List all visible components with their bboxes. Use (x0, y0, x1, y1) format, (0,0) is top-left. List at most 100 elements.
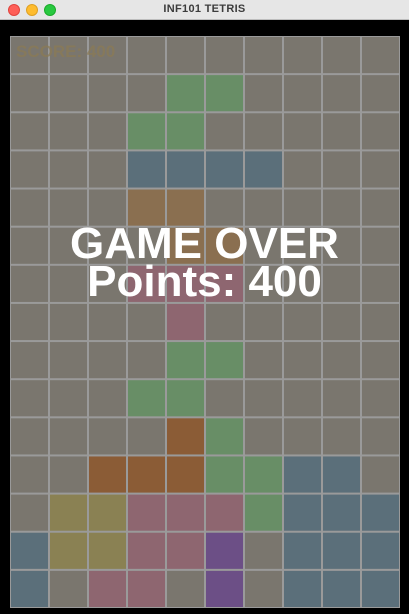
empty-cell (89, 75, 126, 112)
block-cell (167, 532, 204, 569)
empty-cell (245, 418, 282, 455)
empty-cell (323, 418, 360, 455)
block-cell (167, 303, 204, 341)
block-cell (128, 494, 165, 531)
window-title: INF101 TETRIS (163, 3, 246, 15)
block-cell (323, 532, 360, 569)
block-cell (245, 456, 282, 493)
block-cell (206, 151, 243, 188)
title-bar[interactable]: INF101 TETRIS (0, 0, 409, 20)
block-cell (206, 532, 243, 569)
block-cell (167, 494, 204, 531)
block-cell (11, 570, 48, 607)
empty-cell (245, 342, 282, 379)
empty-cell (323, 37, 360, 74)
block-cell (128, 380, 165, 417)
empty-cell (50, 570, 87, 607)
block-cell (284, 532, 321, 569)
block-cell (167, 380, 204, 417)
block-cell (323, 456, 360, 493)
block-cell (11, 532, 48, 569)
block-cell (206, 494, 243, 531)
empty-cell (245, 380, 282, 417)
empty-cell (89, 303, 126, 341)
empty-cell (167, 37, 204, 74)
empty-cell (50, 151, 87, 188)
empty-cell (50, 418, 87, 455)
empty-cell (11, 456, 48, 493)
empty-cell (89, 151, 126, 188)
empty-cell (128, 75, 165, 112)
block-cell (245, 494, 282, 531)
empty-cell (11, 494, 48, 531)
block-cell (89, 532, 126, 569)
empty-cell (128, 342, 165, 379)
empty-cell (206, 303, 243, 341)
block-cell (89, 494, 126, 531)
block-cell (362, 532, 399, 569)
empty-cell (50, 380, 87, 417)
empty-cell (11, 418, 48, 455)
empty-cell (128, 37, 165, 74)
empty-cell (284, 380, 321, 417)
empty-cell (11, 75, 48, 112)
empty-cell (167, 570, 204, 607)
block-cell (89, 456, 126, 493)
empty-cell (50, 113, 87, 150)
empty-cell (50, 342, 87, 379)
empty-cell (50, 75, 87, 112)
empty-cell (89, 342, 126, 379)
empty-cell (89, 380, 126, 417)
block-cell (128, 532, 165, 569)
block-cell (362, 494, 399, 531)
block-cell (167, 456, 204, 493)
empty-cell (50, 456, 87, 493)
block-cell (167, 113, 204, 150)
empty-cell (362, 342, 399, 379)
game-over-points: Points: 400 (87, 257, 322, 306)
block-cell (206, 418, 243, 455)
block-cell (128, 151, 165, 188)
block-cell (284, 494, 321, 531)
block-cell (206, 75, 243, 112)
empty-cell (284, 151, 321, 188)
empty-cell (284, 418, 321, 455)
empty-cell (323, 380, 360, 417)
empty-cell (323, 75, 360, 112)
game-board (10, 36, 400, 608)
empty-cell (11, 113, 48, 150)
empty-cell (323, 303, 360, 341)
empty-cell (11, 342, 48, 379)
block-cell (245, 151, 282, 188)
empty-cell (323, 151, 360, 188)
empty-cell (11, 151, 48, 188)
block-cell (50, 532, 87, 569)
block-cell (167, 151, 204, 188)
block-cell (362, 570, 399, 607)
empty-cell (128, 418, 165, 455)
empty-cell (284, 37, 321, 74)
game-window: INF101 TETRIS SCORE: 400 GAME OVER Point… (0, 0, 409, 614)
block-cell (284, 570, 321, 607)
empty-cell (362, 113, 399, 150)
empty-cell (245, 113, 282, 150)
empty-cell (245, 570, 282, 607)
empty-cell (128, 303, 165, 341)
block-cell (167, 342, 204, 379)
block-cell (167, 75, 204, 112)
empty-cell (11, 380, 48, 417)
block-cell (89, 570, 126, 607)
empty-cell (323, 113, 360, 150)
block-cell (128, 570, 165, 607)
empty-cell (245, 75, 282, 112)
block-cell (128, 113, 165, 150)
block-cell (206, 456, 243, 493)
empty-cell (206, 37, 243, 74)
block-cell (206, 342, 243, 379)
empty-cell (206, 380, 243, 417)
block-cell (206, 570, 243, 607)
block-cell (284, 456, 321, 493)
empty-cell (362, 418, 399, 455)
empty-cell (245, 532, 282, 569)
block-cell (323, 570, 360, 607)
